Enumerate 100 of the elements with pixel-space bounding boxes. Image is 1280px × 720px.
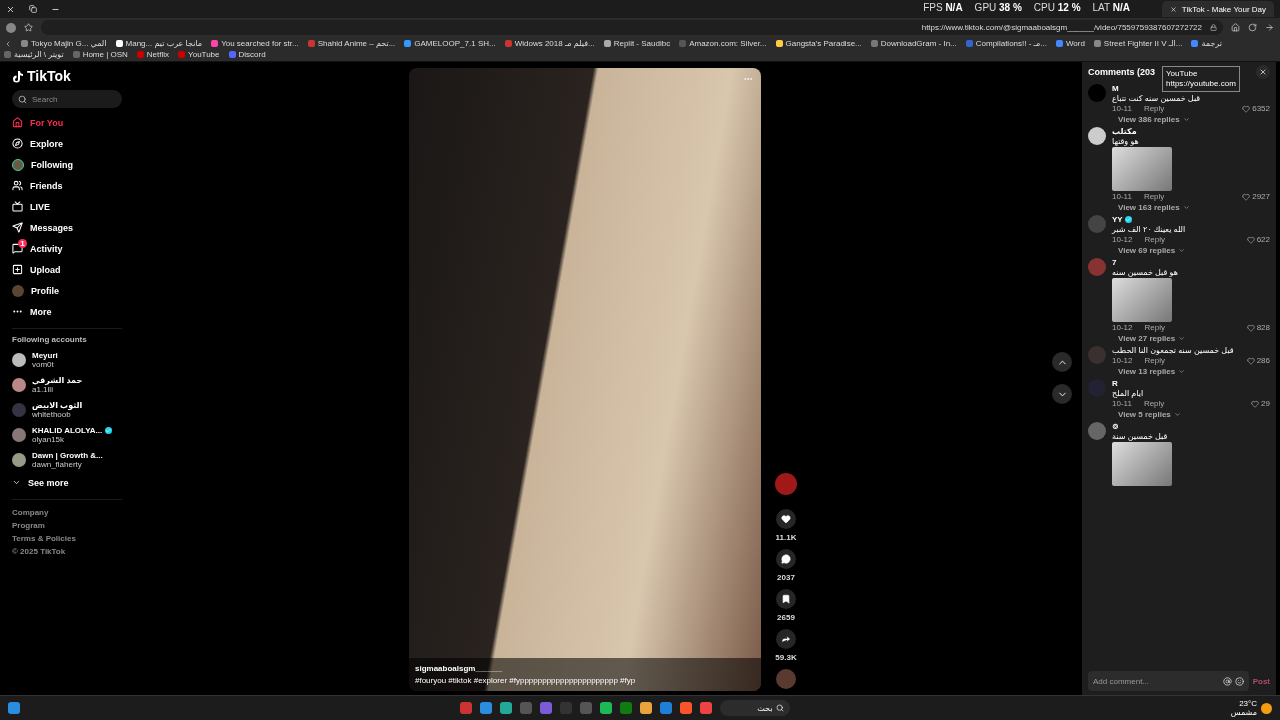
footer-link[interactable]: Program [12,519,122,532]
app-icon[interactable] [480,702,493,714]
avatar[interactable] [12,427,26,442]
like-count[interactable]: 622 [1246,235,1270,244]
windows-logo-icon[interactable] [8,702,20,714]
close-button[interactable] [1256,65,1270,79]
comment-author[interactable]: 7 [1112,258,1270,267]
view-replies-button[interactable]: View 13 replies [1118,367,1270,376]
bookmark-link[interactable]: Shahid Anime – تحم... [307,39,396,48]
home-icon[interactable] [1231,23,1240,32]
video-author[interactable]: sigmaaboalsgm______ [415,664,755,673]
comment-author[interactable]: R [1112,379,1270,388]
previous-video-button[interactable] [1052,352,1072,372]
avatar[interactable] [12,377,26,392]
restore-icon[interactable] [29,5,37,13]
photo-placeholder[interactable] [1112,147,1172,191]
bookmark-link[interactable]: Gangsta's Paradise... [775,39,862,48]
close-icon[interactable] [1169,5,1177,13]
search-field[interactable]: Search [12,90,122,108]
bookmark-link[interactable]: ترجمة [1191,39,1222,48]
account-name[interactable]: حمد الشرقي [32,375,83,385]
reply-link[interactable]: Reply [1144,323,1165,332]
app-icon[interactable] [600,702,613,714]
reply-link[interactable]: Reply [1144,356,1165,365]
view-replies-button[interactable]: View 386 replies [1118,115,1270,124]
reply-link[interactable]: Reply [1143,399,1165,408]
view-replies-button[interactable]: View 69 replies [1118,246,1270,255]
like-count[interactable]: 2927 [1242,192,1270,201]
nav-item[interactable]: More [12,301,122,322]
like-count[interactable]: 828 [1246,323,1270,332]
bookmark-link[interactable]: Tokyo Majin G... المي [21,39,107,48]
bookmark-link[interactable]: تويتر \ الرئيسية [4,50,64,59]
view-replies-button[interactable]: View 27 replies [1118,334,1270,343]
reply-link[interactable]: Reply [1144,235,1165,244]
comment-input[interactable]: Add comment... [1088,671,1249,691]
app-icon[interactable] [660,702,673,714]
app-icon[interactable] [640,702,653,714]
taskbar-search[interactable]: بحث [720,700,791,716]
see-more-button[interactable]: See more [12,472,122,493]
reload-icon[interactable] [1248,23,1257,32]
footer-link[interactable]: Terms & Policies [12,532,122,545]
at-sign-icon[interactable] [1222,676,1232,686]
bookmark-link[interactable]: Amazon.com: Silver... [679,39,767,48]
app-icon[interactable] [700,702,713,714]
bookmark-link[interactable]: You searched for str... [211,39,299,48]
address-bar[interactable]: https://www.tiktok.com/@sigmaaboalsgm______/video/7559759387607272722 [41,20,1223,35]
account-name[interactable]: Dawn | Growth &... [32,450,103,460]
bookmark-link[interactable]: Discord [228,50,266,59]
nav-item[interactable]: Friends [12,175,122,196]
comment-button[interactable] [776,549,796,569]
view-replies-button[interactable]: View 163 replies [1118,203,1270,212]
tiktok-logo[interactable]: TikTok [12,68,122,84]
bookmark-link[interactable]: Mang... مانجا عرب تيم [115,39,203,48]
nav-item[interactable]: For You [12,112,122,133]
reply-link[interactable]: Reply [1143,192,1165,201]
nav-item[interactable]: Explore [12,133,122,154]
bookmark-link[interactable]: Compilations!! - مـ... [965,39,1047,48]
photo-placeholder[interactable] [1112,278,1172,322]
comment-author[interactable]: ⊚ [1112,422,1270,431]
chevron-icon[interactable] [4,39,12,48]
app-icon[interactable] [540,702,553,714]
video-player[interactable]: sigmaaboalsgm______ #fouryou #tiktok #explorer #fypppppppppppppppppppppp #fyp [409,68,761,691]
bookmark-link[interactable]: Street Fighter II V الـ... [1093,39,1183,48]
comment-author[interactable]: YY [1112,215,1270,224]
nav-item[interactable]: 1 Activity [12,238,122,259]
smiley-icon[interactable] [1234,676,1244,686]
app-icon[interactable] [500,702,513,714]
profile-avatar[interactable] [6,22,16,33]
creator-avatar[interactable] [775,473,797,495]
footer-link[interactable]: Company [12,506,122,519]
share-button[interactable] [776,629,796,649]
photo-placeholder[interactable] [1112,442,1172,486]
bookmark-link[interactable]: Widows 2018 فيلم مـ... [504,39,595,48]
bookmark-link[interactable]: GAMELOOP_7.1 SH... [404,39,496,48]
forward-icon[interactable] [1265,23,1274,32]
star-icon[interactable] [24,23,33,32]
account-name[interactable]: KHALID ALOLYA... [32,425,113,435]
account-name[interactable]: الثوب الابيض [32,400,83,410]
nav-item[interactable]: Profile [12,280,122,301]
next-video-button[interactable] [1052,384,1072,404]
browser-tab[interactable]: TikTok - Make Your Day [1161,1,1274,17]
like-count[interactable]: 286 [1246,356,1270,365]
avatar[interactable] [12,352,26,367]
close-icon[interactable] [6,4,15,14]
nav-item[interactable]: Following [12,154,122,175]
avatar[interactable] [12,452,26,467]
like-button[interactable] [776,509,796,529]
nav-item[interactable]: Upload [12,259,122,280]
bookmark-link[interactable]: DownloadGram - In... [870,39,957,48]
account-name[interactable]: Meyuri [32,350,58,360]
comment-author[interactable]: مكتلب [1112,127,1270,136]
bookmark-link[interactable]: YouTube [178,50,220,59]
bookmark-link[interactable]: Replit - Saudibc [603,39,671,48]
reply-link[interactable]: Reply [1143,104,1165,113]
bookmark-link[interactable]: Netflix [136,50,170,59]
app-icon[interactable] [680,702,693,714]
like-count[interactable]: 29 [1251,399,1270,408]
view-replies-button[interactable]: View 5 replies [1118,410,1270,419]
save-button[interactable] [776,589,796,609]
nav-item[interactable]: Messages [12,217,122,238]
